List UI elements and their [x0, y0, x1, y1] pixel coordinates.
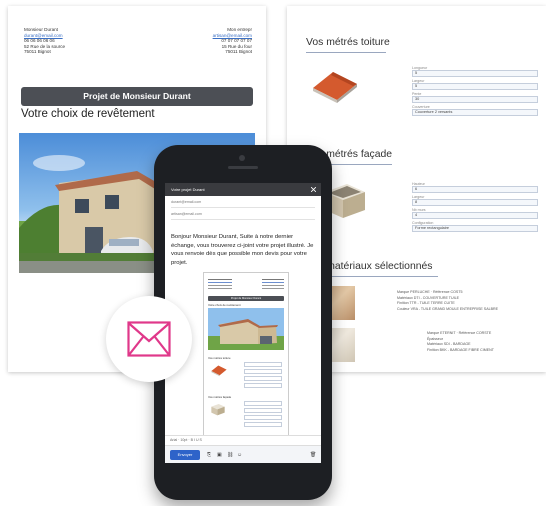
material-2-details: Marque ETERNIT · Référence CORSTE Épaiss…	[427, 331, 494, 353]
earpiece-speaker	[228, 166, 258, 169]
thumb-facade-title: Vos métrés façade	[208, 395, 232, 399]
thumb-heading: Votre choix de revêtement	[208, 303, 241, 307]
roof-field-width: Largeur 5	[412, 79, 538, 90]
company-contact: Mon entrepr artisan@email.com 07 07 07 0…	[213, 27, 252, 55]
email-from-field[interactable]: durant@email.com	[171, 200, 201, 204]
roof-field-value[interactable]: 5	[412, 83, 538, 90]
roof-field-value[interactable]: 30	[412, 96, 538, 103]
thumb-company-block	[262, 279, 284, 291]
front-camera	[239, 155, 245, 161]
email-header-bar: Votre projet Durant	[165, 183, 321, 196]
send-bar: Envoyer ⎘ ▣ ⛓ ☺ 🗑	[165, 445, 321, 463]
email-title: Votre projet Durant	[171, 187, 205, 192]
roof-field-covering: Couverture Couverture 2 versants	[412, 105, 538, 116]
thumb-roof-fields	[244, 362, 282, 388]
roof-title-underline	[306, 52, 386, 53]
toolbar-formatting-text[interactable]: Arial · 10pt · B I U S	[165, 438, 202, 442]
email-to-field[interactable]: artisan@email.com	[171, 212, 202, 216]
client-contact: Monsieur Durant durant@email.com 06 06 0…	[24, 27, 65, 55]
roof-measurements-title: Vos métrés toiture	[306, 37, 390, 48]
facade-field-configuration: Configuration Forme rectangulaire	[412, 221, 538, 232]
company-city: 75011 Bignot	[225, 49, 252, 55]
divider	[171, 207, 315, 208]
envelope-icon	[127, 321, 171, 357]
email-body-text[interactable]: Bonjour Monsieur Durant, Suite à notre d…	[171, 233, 315, 268]
facade-field-value[interactable]: 8	[412, 199, 538, 206]
roof-field-value[interactable]: Couverture 2 versants	[412, 109, 538, 116]
facade-field-walls: Nb murs 4	[412, 208, 538, 219]
trash-icon[interactable]: 🗑	[310, 450, 316, 460]
thumb-client-block	[208, 279, 232, 291]
thumb-facade-fields	[244, 401, 282, 427]
paperclip-icon[interactable]: ⎘	[207, 450, 211, 460]
close-icon[interactable]	[311, 187, 316, 192]
roof-field-value[interactable]: 5	[412, 70, 538, 77]
divider	[171, 219, 315, 220]
emoji-icon[interactable]: ☺	[237, 450, 242, 460]
facade-field-value[interactable]: 6	[412, 186, 538, 193]
formatting-toolbar[interactable]: Arial · 10pt · B I U S	[165, 435, 321, 445]
cladding-heading: Votre choix de revêtement	[21, 108, 155, 120]
thumb-roof-title: Vos métrés toiture	[208, 356, 231, 360]
material-line: Marque ETERNIT · Référence CORSTE	[427, 331, 492, 335]
thumb-facade-icon	[211, 404, 225, 416]
roof-field-length: Longueur 5	[412, 66, 538, 77]
roof-field-slope: Pente 30	[412, 92, 538, 103]
thumb-banner: Projet de Monsieur Durant	[208, 296, 284, 301]
project-banner: Projet de Monsieur Durant	[21, 87, 253, 106]
material-1-details: Marque PERLUCHE · Référence COST5 Matéri…	[397, 290, 498, 312]
facade-field-value[interactable]: Forme rectangulaire	[412, 225, 538, 232]
material-line: Couleur VRA - TUILE GRAND MOULE ENTREPRI…	[397, 306, 498, 311]
facade-field-width: Largeur 8	[412, 195, 538, 206]
roof-diagram-icon	[313, 72, 357, 103]
send-button[interactable]: Envoyer	[170, 450, 200, 460]
client-city: 75011 Bignot	[24, 49, 51, 55]
thumb-roof-icon	[211, 365, 227, 377]
email-badge	[106, 296, 192, 382]
link-icon[interactable]: ⛓	[227, 450, 233, 460]
thumb-house-image	[208, 308, 284, 350]
facade-field-value[interactable]: 4	[412, 212, 538, 219]
image-icon[interactable]: ▣	[217, 450, 222, 460]
attached-quote-preview[interactable]: Projet de Monsieur Durant Votre choix de…	[203, 272, 289, 442]
material-line: Finition BKK - BARDAGE FIBRE CIMENT	[427, 347, 494, 352]
facade-field-height: Hauteur 6	[412, 182, 538, 193]
